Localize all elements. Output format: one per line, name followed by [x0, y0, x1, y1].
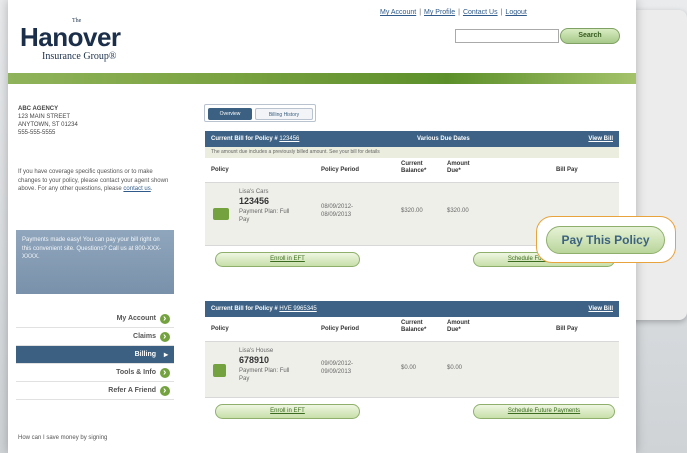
help-text: If you have coverage specific questions … — [18, 169, 169, 192]
agency-city: ANYTOWN, ST 01234 — [18, 122, 78, 128]
bill-section-2: Current Bill for Policy # HVE 9965345 Vi… — [205, 301, 619, 426]
view-bill-link[interactable]: View Bill — [588, 301, 613, 317]
house-icon — [213, 364, 226, 377]
col-bill-pay: Bill Pay — [556, 167, 578, 173]
bill-note: The amount due includes a previously bil… — [205, 147, 619, 158]
enroll-eft-button[interactable]: Enroll in EFT — [215, 252, 360, 267]
col-policy-period: Policy Period — [321, 326, 360, 332]
nav-label: Claims — [133, 333, 156, 340]
nav-label: Refer A Friend — [108, 387, 156, 394]
nav-item-my-account[interactable]: My Account — [16, 310, 174, 328]
column-headers: Policy Policy Period Current Balance* Am… — [205, 158, 619, 183]
search-button[interactable]: Search — [560, 28, 620, 44]
link-separator: | — [500, 9, 503, 16]
pay-policy-callout: Pay This Policy — [536, 216, 676, 263]
payment-plan-cont: Pay — [239, 217, 250, 223]
tab-billing-history[interactable]: Billing History — [255, 108, 313, 120]
promo-box: Payments made easy! You can pay your bil… — [16, 230, 174, 294]
bill-header: Current Bill for Policy # HVE 9965345 Vi… — [205, 301, 619, 317]
caret-right-icon: ▸ — [163, 350, 168, 359]
policy-ref-link[interactable]: 123456 — [279, 136, 299, 142]
current-balance: $0.00 — [401, 365, 417, 371]
bill-title: Current Bill for Policy # — [211, 306, 278, 312]
my-account-link[interactable]: My Account — [380, 9, 416, 16]
period-start: 09/09/2012- — [321, 361, 354, 367]
bill-header: Current Bill for Policy # 123456 Various… — [205, 131, 619, 147]
agency-info: ABC AGENCY 123 MAIN STREET ANYTOWN, ST 0… — [18, 105, 78, 137]
nav-item-claims[interactable]: Claims — [16, 328, 174, 346]
chevron-right-icon — [160, 382, 170, 400]
payment-plan: Payment Plan: Full — [239, 209, 290, 215]
view-bill-link[interactable]: View Bill — [588, 131, 613, 147]
payment-plan-cont: Pay — [239, 376, 250, 382]
nav-item-tools-info[interactable]: Tools & Info — [16, 364, 174, 382]
chevron-right-icon — [160, 364, 170, 382]
policy-item-name: Lisa's Cars — [239, 189, 269, 195]
policy-item-name: Lisa's House — [239, 348, 274, 354]
col-policy-period: Policy Period — [321, 167, 360, 173]
col-amount-due: Amount Due* — [447, 320, 470, 333]
logo-sub-text: Insurance Group® — [42, 51, 117, 62]
header-accent-bar — [8, 73, 636, 84]
policy-ref-link[interactable]: HVE 9965345 — [279, 306, 316, 312]
savings-teaser: How can I save money by signing — [18, 435, 108, 441]
tab-overview[interactable]: Overview — [208, 108, 252, 120]
policy-number: 123456 — [239, 196, 270, 206]
car-icon — [213, 208, 229, 220]
tab-bar: Overview Billing History — [204, 104, 316, 122]
amount-due: $320.00 — [447, 208, 469, 214]
col-policy: Policy — [211, 167, 229, 173]
agency-phone: 555-555-5555 — [18, 130, 56, 136]
payment-plan: Payment Plan: Full — [239, 368, 290, 374]
link-separator: | — [458, 9, 460, 16]
top-links: My Account | My Profile | Contact Us | Logout — [380, 9, 527, 16]
nav-item-billing[interactable]: Billing ▸ — [16, 346, 174, 364]
col-policy: Policy — [211, 326, 229, 332]
period-start: 08/09/2012- — [321, 204, 354, 210]
nav-item-refer-friend[interactable]: Refer A Friend — [16, 382, 174, 400]
agency-name: ABC AGENCY — [18, 106, 59, 112]
amount-due: $0.00 — [447, 365, 463, 371]
col-amount-due: Amount Due* — [447, 161, 470, 174]
my-profile-link[interactable]: My Profile — [424, 9, 455, 16]
policy-number: 678910 — [239, 355, 270, 365]
policy-row: Lisa's House 678910 Payment Plan: Full P… — [205, 342, 619, 398]
nav-label: Billing — [134, 351, 156, 358]
logo-main-text: Hanover — [20, 22, 121, 52]
logout-link[interactable]: Logout — [505, 9, 526, 16]
agency-street: 123 MAIN STREET — [18, 114, 71, 120]
col-current-balance: Current Balance* — [401, 320, 427, 333]
column-headers: Policy Policy Period Current Balance* Am… — [205, 317, 619, 342]
col-current-balance: Current Balance* — [401, 161, 427, 174]
due-dates: Various Due Dates — [417, 136, 470, 142]
contact-us-inline-link[interactable]: contact us — [123, 186, 150, 192]
link-separator: | — [419, 9, 422, 16]
side-nav: My Account Claims Billing▸ Tools & Info … — [16, 310, 174, 400]
enroll-eft-button[interactable]: Enroll in EFT — [215, 404, 360, 419]
contact-us-link[interactable]: Contact Us — [463, 9, 498, 16]
col-bill-pay: Bill Pay — [556, 326, 578, 332]
current-balance: $320.00 — [401, 208, 423, 214]
bill-title: Current Bill for Policy # — [211, 136, 278, 142]
chevron-right-icon — [160, 310, 170, 328]
period-end: 09/09/2013 — [321, 369, 352, 375]
nav-label: Tools & Info — [116, 369, 156, 376]
schedule-payments-button[interactable]: Schedule Future Payments — [473, 404, 615, 419]
pay-this-policy-button[interactable]: Pay This Policy — [546, 226, 665, 254]
search-input[interactable] — [455, 29, 559, 43]
period-end: 08/09/2013 — [321, 212, 352, 218]
bill-actions: Enroll in EFT Schedule Future Payments — [205, 398, 619, 426]
chevron-right-icon — [160, 328, 170, 346]
nav-label: My Account — [116, 315, 156, 322]
